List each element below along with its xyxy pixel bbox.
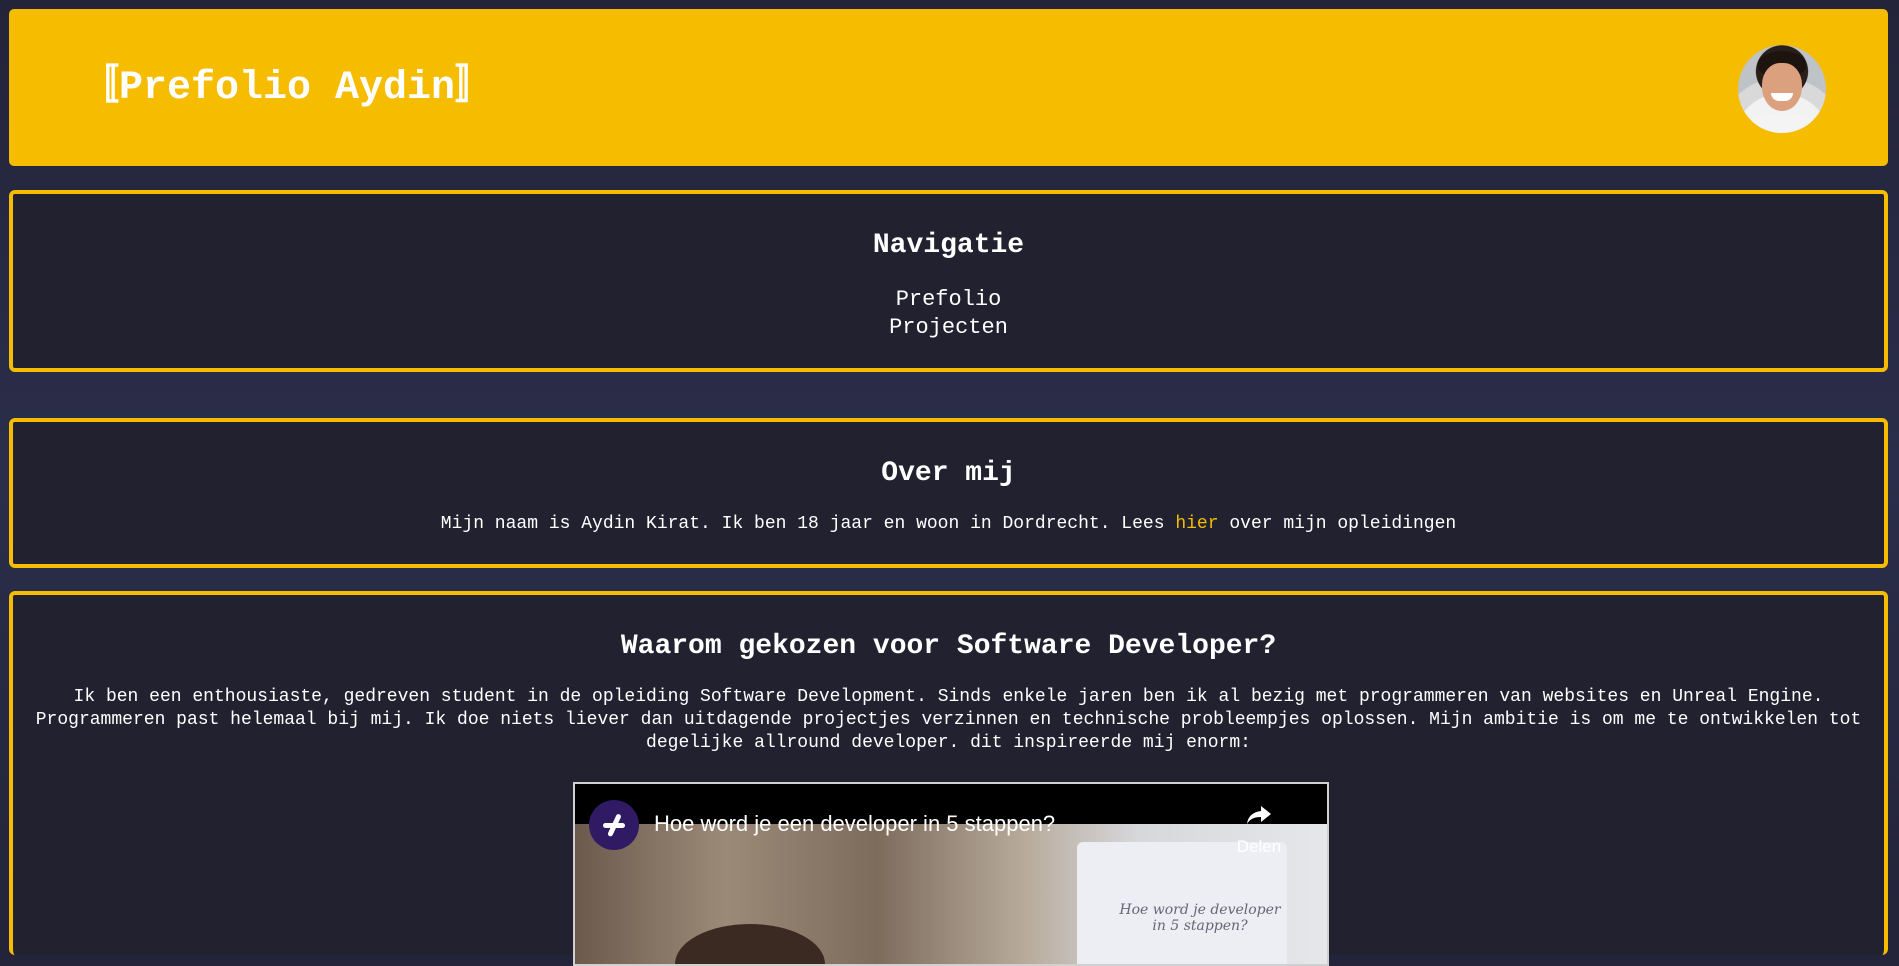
avatar: [1738, 45, 1826, 133]
about-text: Mijn naam is Aydin Kirat. Ik ben 18 jaar…: [13, 514, 1884, 534]
opleidingen-link[interactable]: hier: [1175, 514, 1218, 534]
channel-logo-icon[interactable]: [589, 800, 639, 850]
navigation-panel: Navigatie Prefolio Projecten: [9, 190, 1888, 372]
about-text-after: over mijn opleidingen: [1218, 514, 1457, 534]
about-text-before: Mijn naam is Aydin Kirat. Ik ben 18 jaar…: [440, 514, 1176, 534]
site-title: 〚Prefolio Aydin〛: [79, 66, 496, 111]
video-person: [675, 924, 825, 964]
share-button[interactable]: Delen: [1229, 804, 1289, 857]
nav-item-projecten[interactable]: Projecten: [13, 314, 1884, 342]
video-board-text: Hoe word je developer in 5 stappen?: [1119, 902, 1281, 934]
channel-logo-glyph-icon: [603, 814, 625, 837]
navigation-list: Prefolio Projecten: [13, 286, 1884, 342]
navigation-heading: Navigatie: [872, 230, 1025, 261]
about-heading: Over mij: [881, 458, 1016, 489]
why-panel: Waarom gekozen voor Software Developer? …: [9, 591, 1888, 966]
avatar-face: [1762, 63, 1802, 111]
why-text: Ik ben een enthousiaste, gedreven studen…: [35, 687, 1862, 753]
nav-item-prefolio[interactable]: Prefolio: [13, 286, 1884, 314]
about-panel: Over mij Mijn naam is Aydin Kirat. Ik be…: [9, 418, 1888, 568]
avatar-shirt: [1746, 113, 1818, 133]
video-whiteboard: Hoe word je developer in 5 stappen?: [1077, 842, 1287, 964]
video-embed[interactable]: Hoe word je developer in 5 stappen? Hoe …: [573, 782, 1329, 966]
share-icon: [1247, 806, 1271, 824]
why-heading: Waarom gekozen voor Software Developer?: [620, 631, 1277, 662]
site-header: 〚Prefolio Aydin〛: [9, 9, 1888, 166]
video-title[interactable]: Hoe word je een developer in 5 stappen?: [654, 811, 1055, 837]
share-label: Delen: [1236, 837, 1282, 856]
